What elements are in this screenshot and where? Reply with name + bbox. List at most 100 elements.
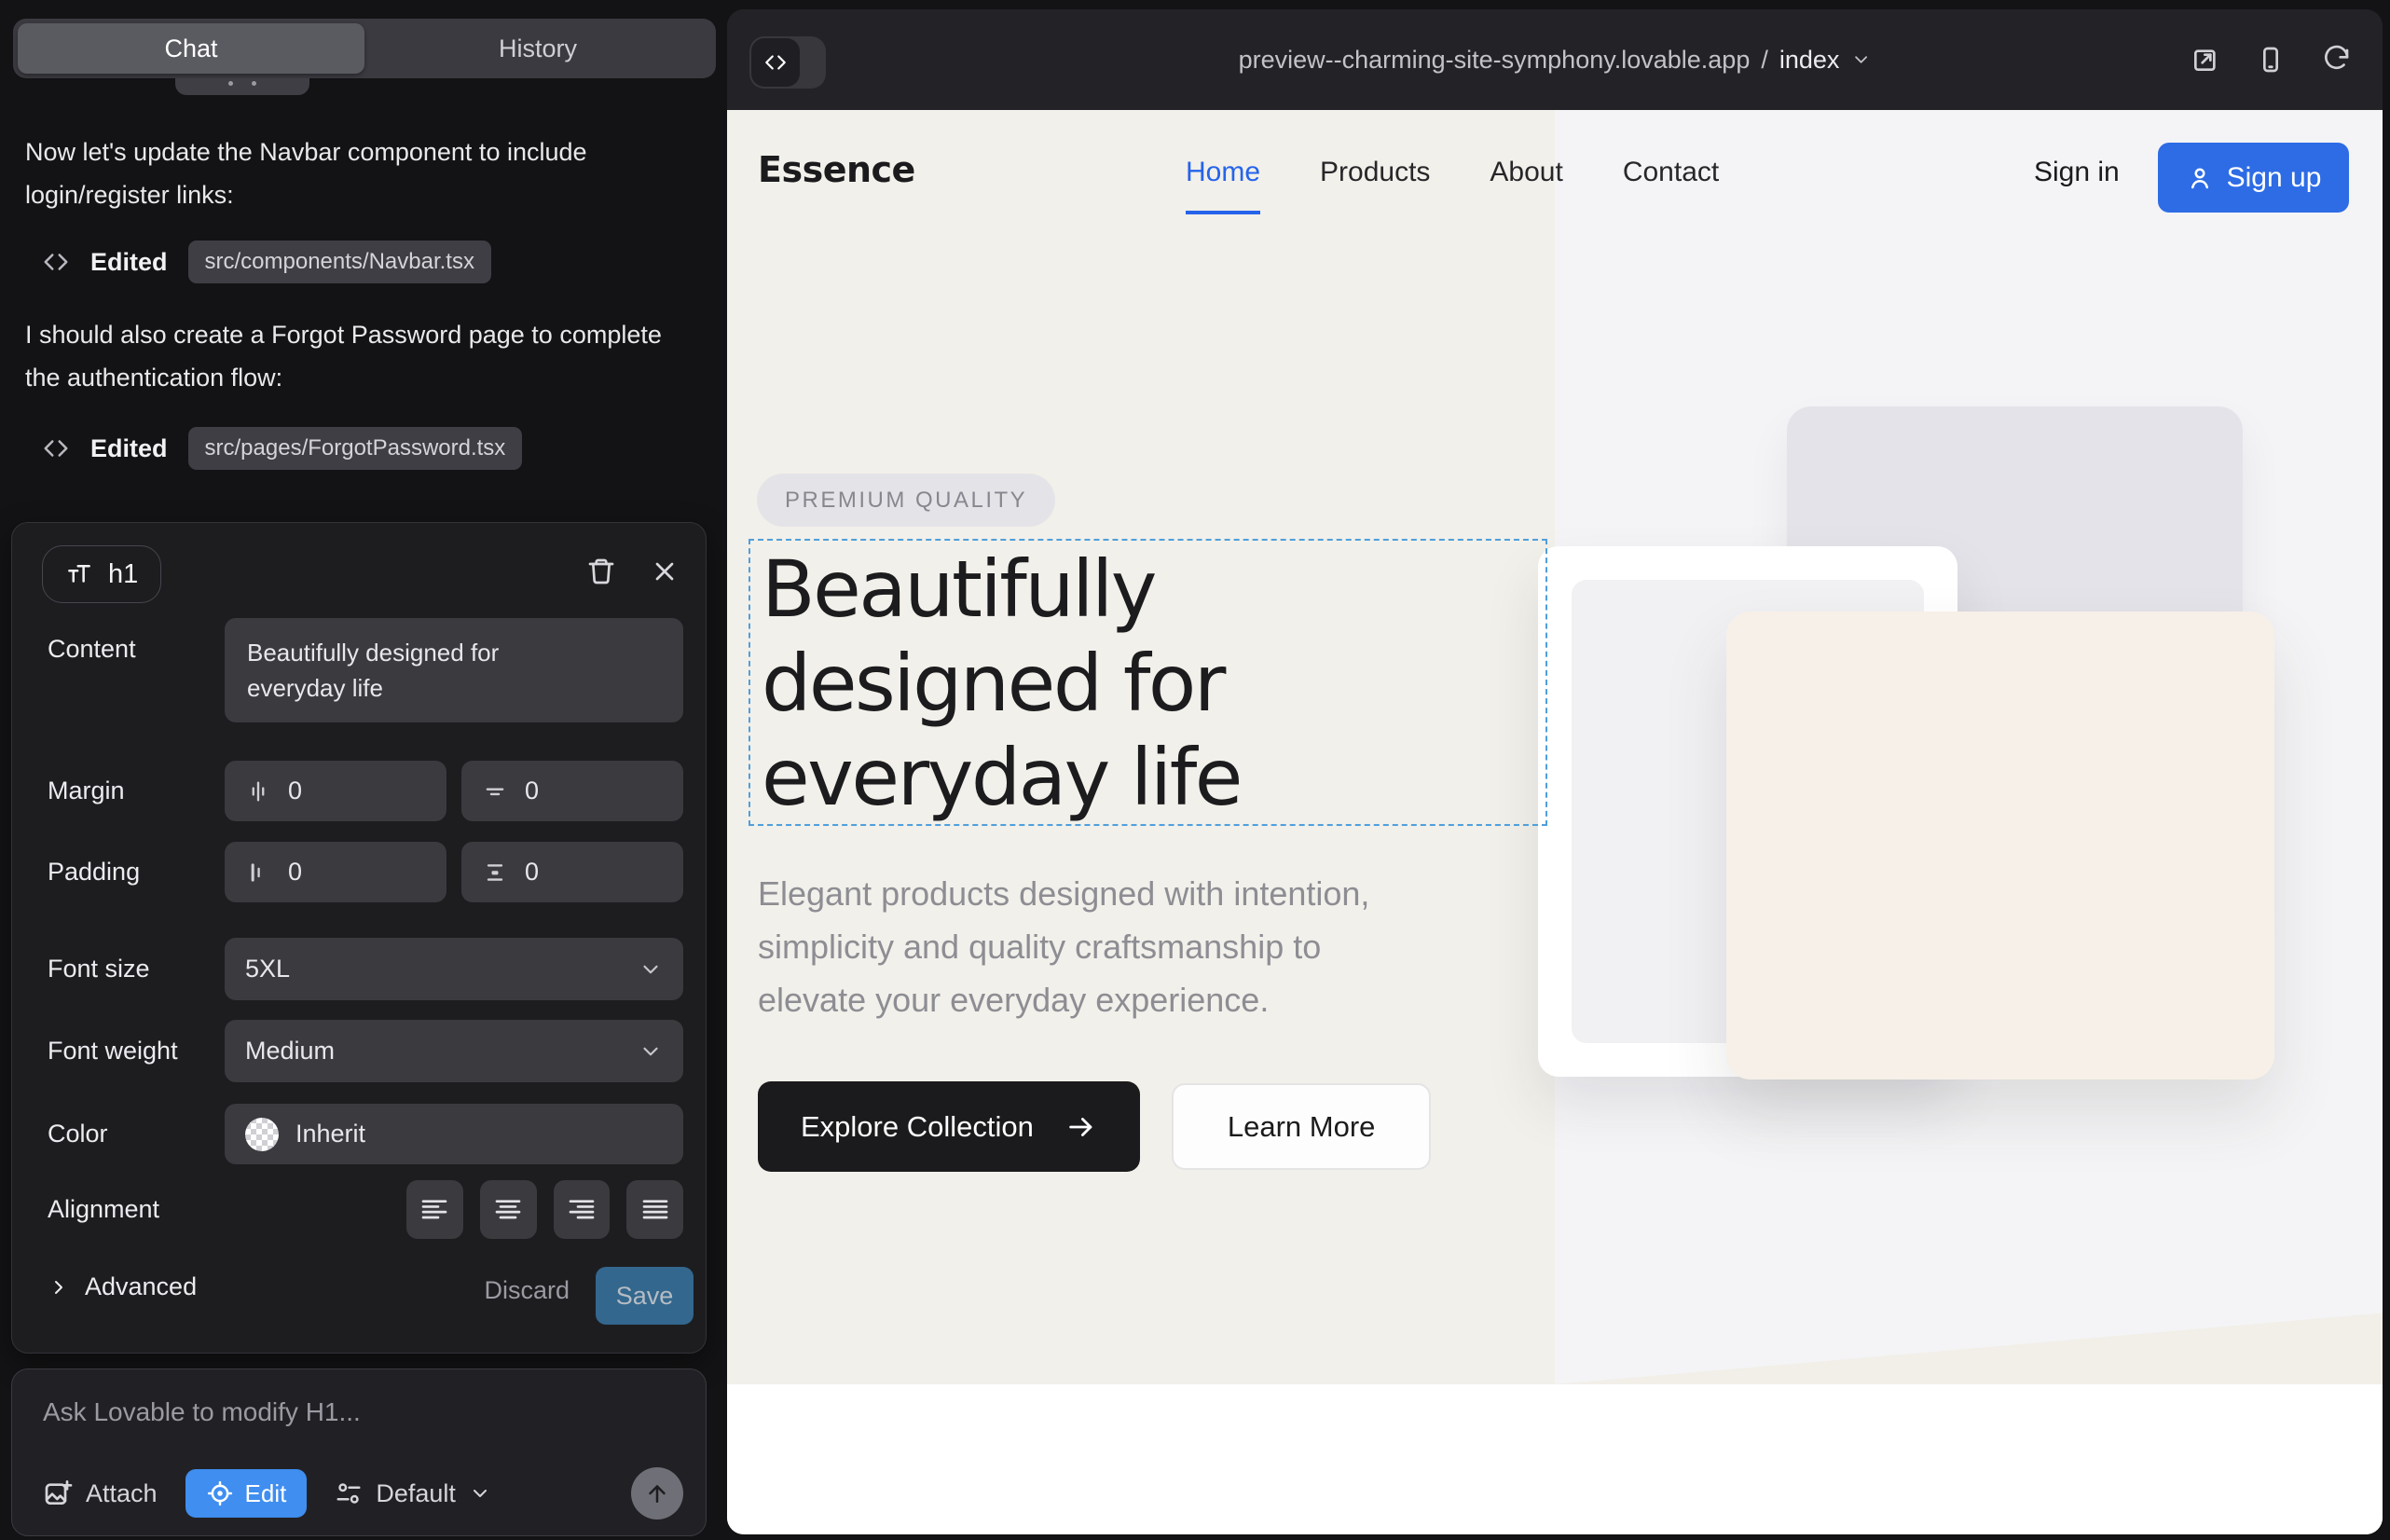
font-weight-select[interactable]: Medium	[225, 1020, 683, 1082]
crosshair-icon	[206, 1479, 234, 1507]
learn-more-button[interactable]: Learn More	[1172, 1083, 1432, 1170]
nav-link-contact[interactable]: Contact	[1623, 157, 1719, 214]
site-canvas: Essence Home Products About Contact Sign…	[727, 110, 2383, 1534]
code-icon	[751, 38, 800, 87]
address-bar[interactable]: preview--charming-site-symphony.lovable.…	[1239, 9, 1872, 110]
margin-x-input[interactable]: 0	[225, 761, 446, 821]
margin-vertical-icon	[482, 778, 508, 804]
alignment-label: Alignment	[48, 1195, 159, 1224]
mobile-view-button[interactable]	[2256, 45, 2286, 75]
transparency-swatch-icon	[245, 1118, 279, 1151]
font-size-select[interactable]: 5XL	[225, 938, 683, 1000]
edited-label: Edited	[90, 248, 168, 277]
content-input[interactable]: Beautifully designed for everyday life	[225, 618, 683, 722]
chevron-down-icon	[639, 957, 663, 982]
selected-h1-outline[interactable]: Beautifully designed for everyday life	[749, 539, 1547, 826]
selected-element-chip: h1	[42, 545, 161, 603]
hero-cta-row: Explore Collection Learn More	[758, 1081, 1431, 1172]
padding-label: Padding	[48, 858, 140, 887]
scrolled-chip-partial	[175, 78, 309, 95]
alignment-row: Alignment	[36, 1180, 683, 1239]
explore-collection-button[interactable]: Explore Collection	[758, 1081, 1140, 1172]
file-chip[interactable]: src/pages/ForgotPassword.tsx	[188, 427, 523, 470]
font-size-label: Font size	[48, 955, 150, 983]
align-right-button[interactable]	[554, 1180, 611, 1239]
chat-message: I should also create a Forgot Password p…	[25, 313, 687, 399]
margin-y-input[interactable]: 0	[461, 761, 683, 821]
send-button[interactable]	[631, 1467, 683, 1519]
attach-button[interactable]: Attach	[43, 1478, 158, 1508]
align-left-button[interactable]	[406, 1180, 463, 1239]
sign-in-link[interactable]: Sign in	[2034, 157, 2120, 188]
mode-select[interactable]: Default	[335, 1479, 491, 1508]
delete-element-button[interactable]	[581, 551, 622, 592]
align-center-button[interactable]	[480, 1180, 537, 1239]
color-row: Color Inherit	[36, 1104, 683, 1164]
chat-sidebar: Chat History Now let's update the Navbar…	[0, 0, 725, 1540]
content-label: Content	[48, 635, 136, 664]
image-plus-icon	[43, 1478, 73, 1508]
nav-link-home[interactable]: Home	[1186, 157, 1260, 214]
composer-input[interactable]	[43, 1397, 677, 1427]
content-row: Content Beautifully designed for everyda…	[36, 616, 683, 723]
hero-description: Elegant products designed with intention…	[758, 867, 1369, 1026]
font-weight-row: Font weight Medium	[36, 1020, 683, 1082]
close-icon[interactable]	[644, 551, 685, 592]
preview-url: preview--charming-site-symphony.lovable.…	[1239, 46, 1751, 75]
preview-pane: preview--charming-site-symphony.lovable.…	[727, 9, 2383, 1534]
chevron-down-icon	[639, 1039, 663, 1064]
user-icon	[2186, 164, 2214, 192]
sliders-icon	[335, 1479, 363, 1507]
margin-label: Margin	[48, 777, 125, 805]
refresh-button[interactable]	[2321, 45, 2351, 75]
code-icon	[42, 248, 70, 276]
chat-composer: Attach Edit Default	[11, 1368, 707, 1536]
edited-label: Edited	[90, 434, 168, 463]
font-size-row: Font size 5XL	[36, 938, 683, 1000]
code-preview-toggle[interactable]	[749, 36, 826, 89]
margin-row: Margin 0 0	[36, 761, 683, 821]
element-editor-panel: h1 Content Beautifully designed for ever…	[11, 522, 707, 1354]
chat-message: Now let's update the Navbar component to…	[25, 131, 687, 216]
discard-button[interactable]: Discard	[484, 1276, 570, 1305]
hero-card-beige	[1726, 612, 2274, 1079]
chevron-down-icon	[1850, 49, 1871, 70]
next-section-background	[727, 1384, 2383, 1534]
padding-horizontal-icon	[245, 859, 271, 886]
edited-file-row: Edited src/pages/ForgotPassword.tsx	[42, 427, 522, 470]
chevron-down-icon	[469, 1482, 491, 1505]
padding-x-input[interactable]: 0	[225, 842, 446, 902]
font-weight-label: Font weight	[48, 1037, 178, 1066]
padding-y-input[interactable]: 0	[461, 842, 683, 902]
nav-link-about[interactable]: About	[1490, 157, 1562, 214]
preview-toolbar: preview--charming-site-symphony.lovable.…	[727, 9, 2383, 110]
premium-quality-badge: PREMIUM QUALITY	[757, 474, 1055, 527]
color-select[interactable]: Inherit	[225, 1104, 683, 1164]
advanced-toggle[interactable]: Advanced	[48, 1272, 197, 1301]
sign-up-button[interactable]: Sign up	[2158, 143, 2349, 213]
padding-vertical-icon	[482, 859, 508, 886]
site-navbar: Essence Home Products About Contact Sign…	[727, 110, 2383, 246]
code-icon	[42, 434, 70, 462]
nav-link-products[interactable]: Products	[1320, 157, 1430, 214]
padding-row: Padding 0 0	[36, 842, 683, 902]
tab-history[interactable]: History	[364, 23, 711, 74]
open-external-button[interactable]	[2191, 45, 2220, 75]
chevron-right-icon	[48, 1276, 70, 1299]
hero-heading: Beautifully designed for everyday life	[762, 543, 1241, 825]
edited-file-row: Edited src/components/Navbar.tsx	[42, 241, 491, 283]
sidebar-tabs: Chat History	[13, 19, 716, 78]
edit-mode-button[interactable]: Edit	[185, 1469, 308, 1518]
site-logo[interactable]: Essence	[758, 149, 915, 190]
align-justify-button[interactable]	[626, 1180, 683, 1239]
site-nav-links: Home Products About Contact	[1186, 157, 1719, 214]
file-chip[interactable]: src/components/Navbar.tsx	[188, 241, 491, 283]
margin-horizontal-icon	[245, 778, 271, 804]
preview-page: index	[1779, 46, 1840, 75]
save-button[interactable]: Save	[596, 1267, 694, 1325]
preview-actions	[2191, 9, 2351, 110]
tab-chat[interactable]: Chat	[18, 23, 364, 74]
color-label: Color	[48, 1120, 108, 1148]
type-icon	[65, 560, 93, 588]
arrow-right-icon	[1065, 1111, 1097, 1143]
